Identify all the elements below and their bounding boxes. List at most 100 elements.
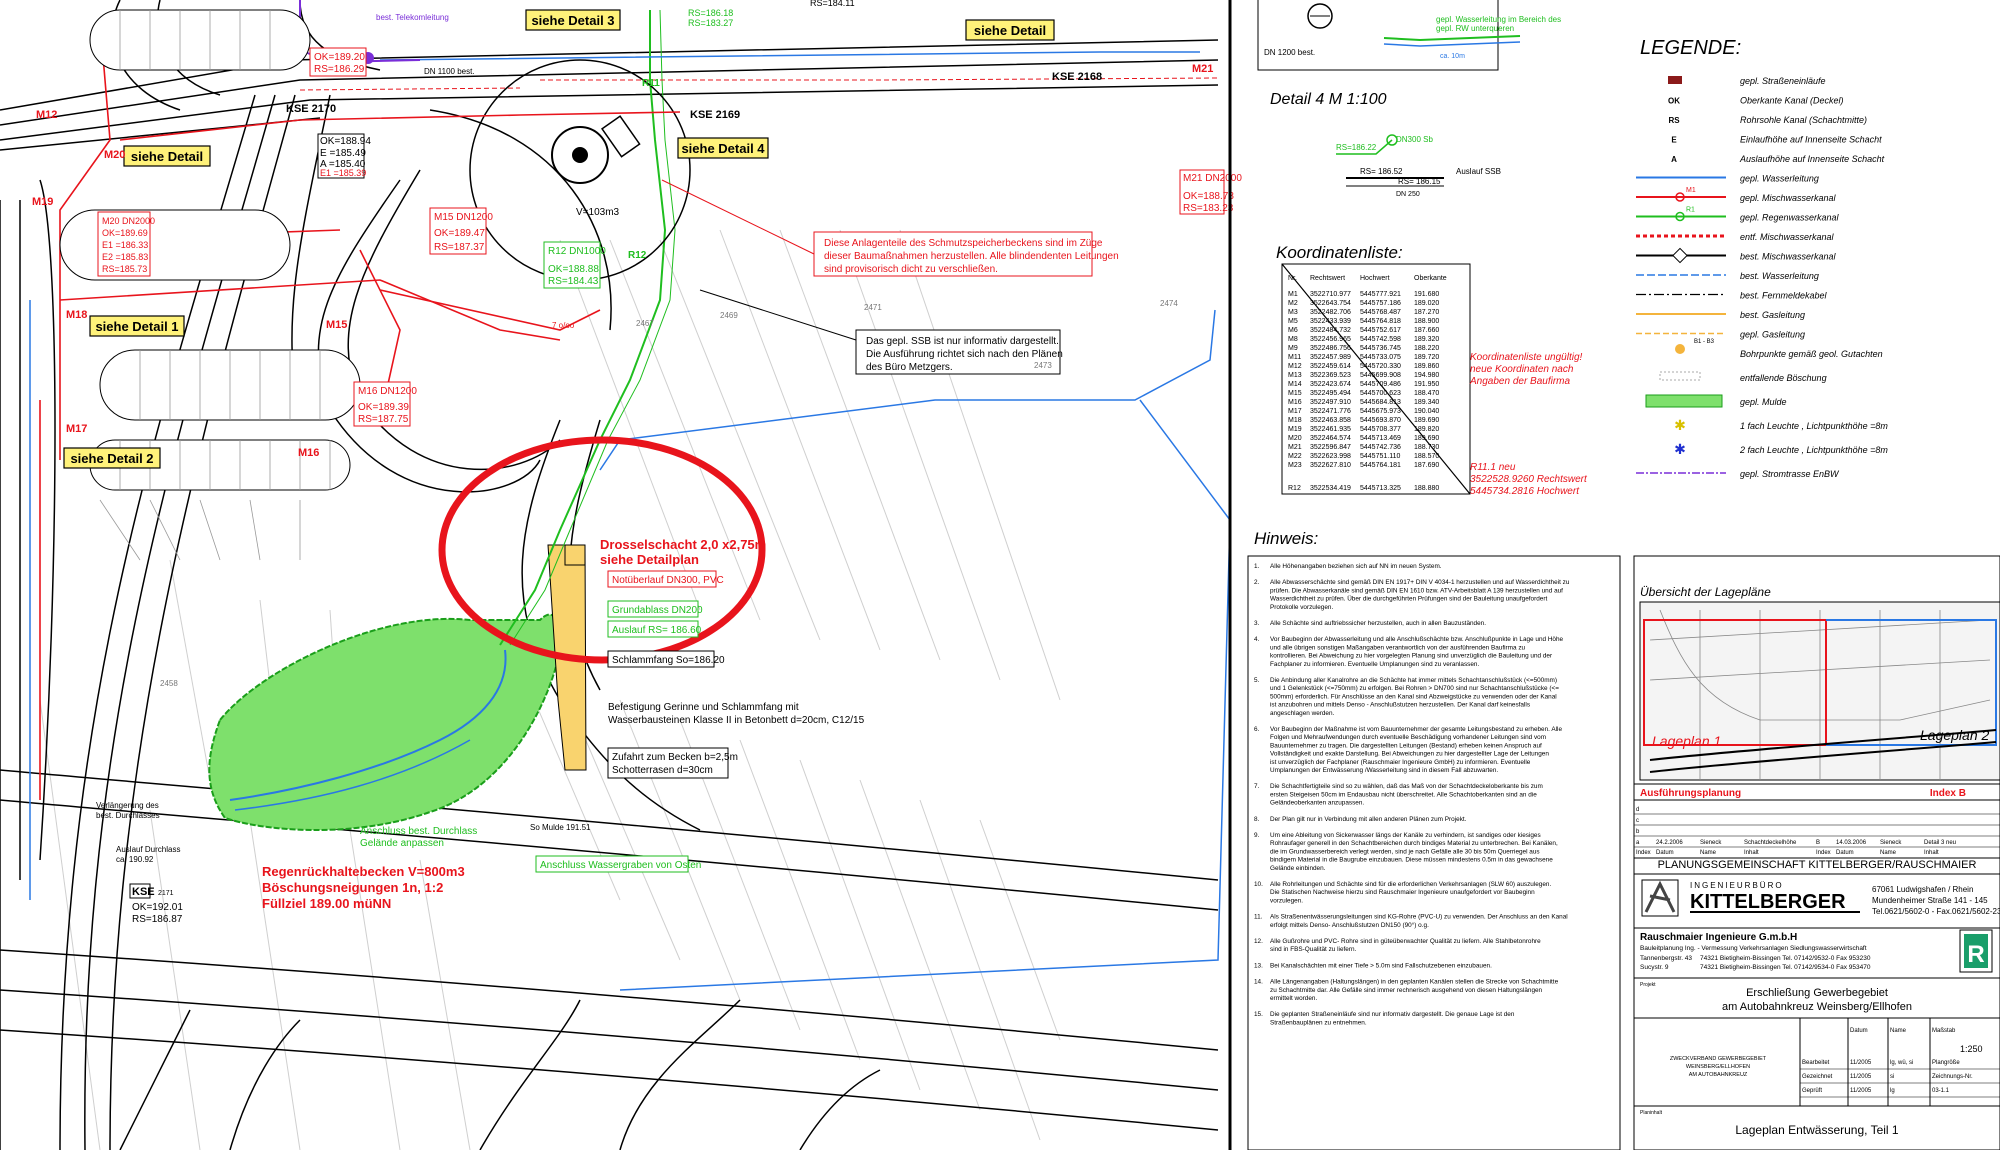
hinweis-num: 13. — [1254, 962, 1263, 969]
hinweis-list: 1. Alle Höhenangaben beziehen sich auf NN… — [1254, 563, 1570, 1026]
legend-code: RS — [1668, 116, 1680, 125]
detail-label-m20[interactable]: siehe Detail — [123, 145, 211, 167]
kse2171-l1: RS=186.87 — [132, 914, 183, 925]
koord-cell: 3522596.847 — [1310, 444, 1351, 451]
hinweis-num: 5. — [1254, 677, 1260, 684]
tb-text: Name — [1890, 1028, 1907, 1034]
koord-cell: 5445742.736 — [1360, 444, 1401, 451]
tb-text: Planinhalt — [1640, 1110, 1663, 1116]
kse2170-box: OK=188.94 E =185.49 A =185.40 E1 =185.39 — [317, 133, 371, 179]
tb-text: c — [1636, 818, 1639, 824]
tb-text: Projekt — [1640, 982, 1656, 988]
hinweis-line: sind in FBS-Qualität zu liefern. — [1270, 946, 1357, 953]
hinweis-item: 1. Alle Höhenangaben beziehen sich auf NN… — [1254, 563, 1442, 570]
manhole-m21: M21 — [1192, 63, 1213, 75]
legend-r1: R1 — [1686, 207, 1695, 214]
m21-box: M21 DN2000 OK=188.73 RS=183.23 — [1179, 169, 1242, 215]
auslauf-text: Auslauf RS= 186.60 — [612, 625, 702, 636]
tb-text: Bauleitplanung Ing. - Vermessung Verkehr… — [1640, 945, 1867, 952]
koord-header: Oberkante — [1414, 275, 1447, 282]
note-ssb-l1: Die Ausführung richtet sich nach den Plä… — [866, 349, 1063, 360]
koord-cell: M22 — [1288, 453, 1302, 460]
legend-label: Bohrpunkte gemäß geol. Gutachten — [1740, 349, 1883, 359]
legend-b-label: B1 - B3 — [1694, 339, 1715, 345]
tb-text: Bearbeitet — [1802, 1060, 1830, 1066]
overview-lp2: Lageplan 2 — [1920, 727, 1990, 743]
parcel-2467: 2467 — [636, 319, 654, 328]
hinweis-line: Der Plan gilt nur in Verbindung mit alle… — [1270, 816, 1467, 823]
detail-label-1[interactable]: siehe Detail 1 — [89, 315, 185, 337]
tb-text: WEINSBERG/ELLHOFEN — [1686, 1064, 1750, 1070]
legend-item: gepl. Straßeneinläufe — [1668, 76, 1826, 86]
r12-box-l2: RS=184.43 — [548, 276, 599, 287]
tb-text: Zeichnungs-Nr. — [1932, 1074, 1973, 1080]
hinweis-line: prüfen. Die Abwasserkanäle sind gemäß DI… — [1270, 587, 1563, 594]
grundablass-text: Grundablass DN200 — [612, 605, 703, 616]
m21-box-l0: M21 DN2000 — [1183, 173, 1242, 184]
detail4-dn250: DN 250 — [1396, 191, 1420, 198]
schlammfang-label: Schlammfang So=186.20 — [607, 650, 725, 668]
detail-label-3[interactable]: siehe Detail 3 — [525, 9, 621, 31]
hinweis-item: 13. Bei Kanalschächten mit einer Tiefe > … — [1254, 962, 1492, 969]
hinweis-line: Vor Baubeginn der Abwasserleitung und al… — [1270, 636, 1564, 643]
hinweis-line: bindigem Material in die Baugrube einzub… — [1270, 857, 1553, 864]
hinweis-line: die im Grundwasserbereich verlegt werden… — [1270, 848, 1540, 855]
hinweis-item: 14. Alle Längenangaben (Haltungslängen) i… — [1254, 979, 1559, 1002]
kse2170-l0: OK=188.94 — [320, 136, 371, 147]
auslauf-d-l1: ca. 190.92 — [116, 855, 154, 864]
detail-label-top[interactable]: siehe Detail — [965, 19, 1055, 41]
m20-box-l2: E1 =186.33 — [102, 240, 148, 250]
tb-text: Sieneck — [1880, 840, 1902, 846]
hinweis-line: Alle Höhenangaben beziehen sich auf NN i… — [1270, 563, 1442, 570]
koord-cell: 3522464.574 — [1310, 435, 1351, 442]
koord-cell: 190.040 — [1414, 408, 1439, 415]
koord-cell: 189.690 — [1414, 417, 1439, 424]
detail-label-4-text: siehe Detail 4 — [681, 141, 765, 156]
koord-cell: M17 — [1288, 408, 1302, 415]
detail-label-2[interactable]: siehe Detail 2 — [63, 447, 161, 469]
m16-box-l2: RS=187.75 — [358, 414, 409, 425]
drawing-sheet: siehe Detail 1 siehe Detail 2 siehe Deta… — [0, 0, 2000, 1151]
tb-text: Datum — [1656, 850, 1674, 856]
tb-text: Tannenbergstr. 43 — [1640, 955, 1692, 962]
hinweis-line: Geländeoberkanten anzupassen. — [1270, 800, 1364, 807]
detail4-auslauf: Auslauf SSB — [1456, 167, 1501, 176]
tb-text: AM AUTOBAHNKREUZ — [1689, 1072, 1748, 1078]
hinweis-num: 1. — [1254, 563, 1260, 570]
manhole-m15: M15 — [326, 319, 347, 331]
hinweis-line: Bei Kanalschächten mit einer Tiefe > 5.0… — [1270, 962, 1492, 969]
koord-cell: M16 — [1288, 399, 1302, 406]
tb-text: 74321 Bietigheim-Bissingen Tel. 07142/95… — [1700, 955, 1871, 962]
koord-cell: 3522643.754 — [1310, 300, 1351, 307]
legend-symbol — [1675, 344, 1685, 354]
tb-text: Inhalt — [1744, 850, 1759, 856]
koord-cell: M21 — [1288, 444, 1302, 451]
legend-panel: LEGENDE: gepl. Straßeneinläufe Oberkante … — [1636, 37, 1888, 479]
hinweis-line: Die Statischen Nachweise hierzu sind Rau… — [1270, 889, 1535, 896]
kse-2168: KSE 2168 — [1052, 71, 1102, 83]
top-rs-0: RS=186.18 — [688, 8, 733, 18]
overview-lp1: Lageplan 1 — [1652, 733, 1721, 749]
legend-label: gepl. Wasserleitung — [1740, 174, 1819, 184]
tb-text: am Autobahnkreuz Weinsberg/Ellhofen — [1722, 1001, 1912, 1013]
koord-cell: 189.820 — [1414, 426, 1439, 433]
koord-cell: 5445752.617 — [1360, 327, 1401, 334]
hinweis-item: 2. Alle Abwasserschächte sind gemäß DIN E… — [1254, 579, 1570, 611]
legend-label: 2 fach Leuchte , Lichtpunkthöhe =8m — [1739, 445, 1888, 455]
tb-text: 11/2005 — [1850, 1088, 1872, 1094]
kse2170-l1: E =185.49 — [320, 148, 366, 159]
manhole-m17: M17 — [66, 423, 87, 435]
manhole-r11: R11 — [642, 78, 660, 89]
koord-cell: 3522461.935 — [1310, 426, 1351, 433]
koord-table: Nr. Rechtswert Hochwert Oberkante M1 3522710.… — [1288, 275, 1447, 492]
koord-cell: 3522495.494 — [1310, 390, 1351, 397]
detail4-dn: DN300 Sb — [1396, 135, 1433, 144]
koord-cell: 3522623.998 — [1310, 453, 1351, 460]
manhole-m12: M12 — [36, 109, 57, 121]
legend-label: best. Mischwasserkanal — [1740, 252, 1837, 262]
site-plan: siehe Detail 1 siehe Detail 2 siehe Deta… — [0, 0, 1242, 1151]
grenzbreite: ca. 10m — [1440, 53, 1465, 60]
befestigung-l1: Wasserbausteinen Klasse II in Betonbett … — [608, 715, 865, 726]
hinweis-title: Hinweis: — [1254, 529, 1319, 548]
detail-label-4[interactable]: siehe Detail 4 — [677, 137, 769, 159]
